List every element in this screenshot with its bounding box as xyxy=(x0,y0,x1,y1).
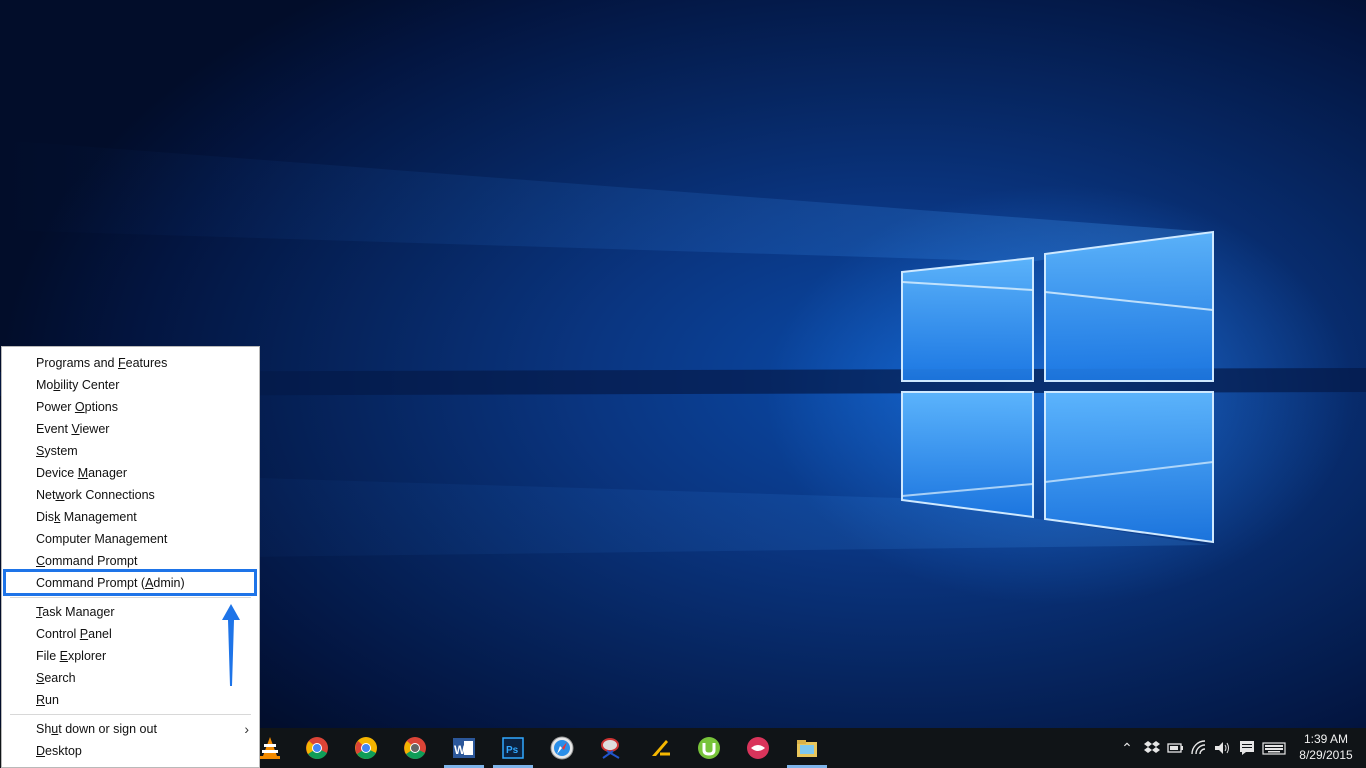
chrome-dev-icon[interactable] xyxy=(401,734,429,762)
action-center-icon[interactable] xyxy=(1238,739,1256,757)
menu-item-device-manager[interactable]: Device Manager xyxy=(2,462,259,484)
clock-date: 8/29/2015 xyxy=(1299,748,1353,762)
menu-separator xyxy=(10,714,251,715)
svg-text:W: W xyxy=(454,743,466,757)
menu-item-command-prompt-admin[interactable]: Command Prompt (Admin) xyxy=(2,572,259,594)
menu-item-shut-down-sign-out[interactable]: Shut down or sign out › xyxy=(2,718,259,740)
battery-icon[interactable] xyxy=(1166,739,1184,757)
chevron-up-icon[interactable]: ⌃ xyxy=(1118,739,1136,757)
keyboard-icon[interactable] xyxy=(1262,739,1286,757)
menu-item-computer-management[interactable]: Computer Management xyxy=(2,528,259,550)
dropbox-icon[interactable] xyxy=(1143,739,1161,757)
menu-item-network-connections[interactable]: Network Connections xyxy=(2,484,259,506)
svg-text:Ps: Ps xyxy=(506,745,519,756)
file-explorer-icon[interactable] xyxy=(793,734,821,762)
chrome-icon[interactable] xyxy=(303,734,331,762)
power-user-menu: Programs and Features Mobility Center Po… xyxy=(1,346,260,768)
chevron-right-icon: › xyxy=(244,721,249,737)
utorrent-icon[interactable] xyxy=(695,734,723,762)
photoshop-icon[interactable]: Ps xyxy=(499,734,527,762)
menu-item-command-prompt[interactable]: Command Prompt xyxy=(2,550,259,572)
filezilla-icon[interactable] xyxy=(646,734,674,762)
safari-icon[interactable] xyxy=(548,734,576,762)
snipping-tool-icon[interactable] xyxy=(597,734,625,762)
annotation-arrow-icon xyxy=(222,604,240,686)
menu-item-disk-management[interactable]: Disk Management xyxy=(2,506,259,528)
chrome-canary-icon[interactable] xyxy=(352,734,380,762)
taskbar-clock[interactable]: 1:39 AM 8/29/2015 xyxy=(1296,728,1356,768)
menu-item-system[interactable]: System xyxy=(2,440,259,462)
menu-item-desktop[interactable]: Desktop xyxy=(2,740,259,762)
menu-item-run[interactable]: Run xyxy=(2,689,259,711)
vlc-icon[interactable] xyxy=(256,734,284,762)
menu-item-event-viewer[interactable]: Event Viewer xyxy=(2,418,259,440)
menu-item-mobility-center[interactable]: Mobility Center xyxy=(2,374,259,396)
kiss-icon[interactable] xyxy=(744,734,772,762)
menu-item-power-options[interactable]: Power Options xyxy=(2,396,259,418)
menu-item-programs-features[interactable]: Programs and Features xyxy=(2,352,259,374)
word-icon[interactable]: W xyxy=(450,734,478,762)
clock-time: 1:39 AM xyxy=(1303,732,1349,746)
menu-separator xyxy=(10,597,251,598)
wifi-icon[interactable] xyxy=(1190,739,1208,757)
volume-icon[interactable] xyxy=(1213,739,1231,757)
